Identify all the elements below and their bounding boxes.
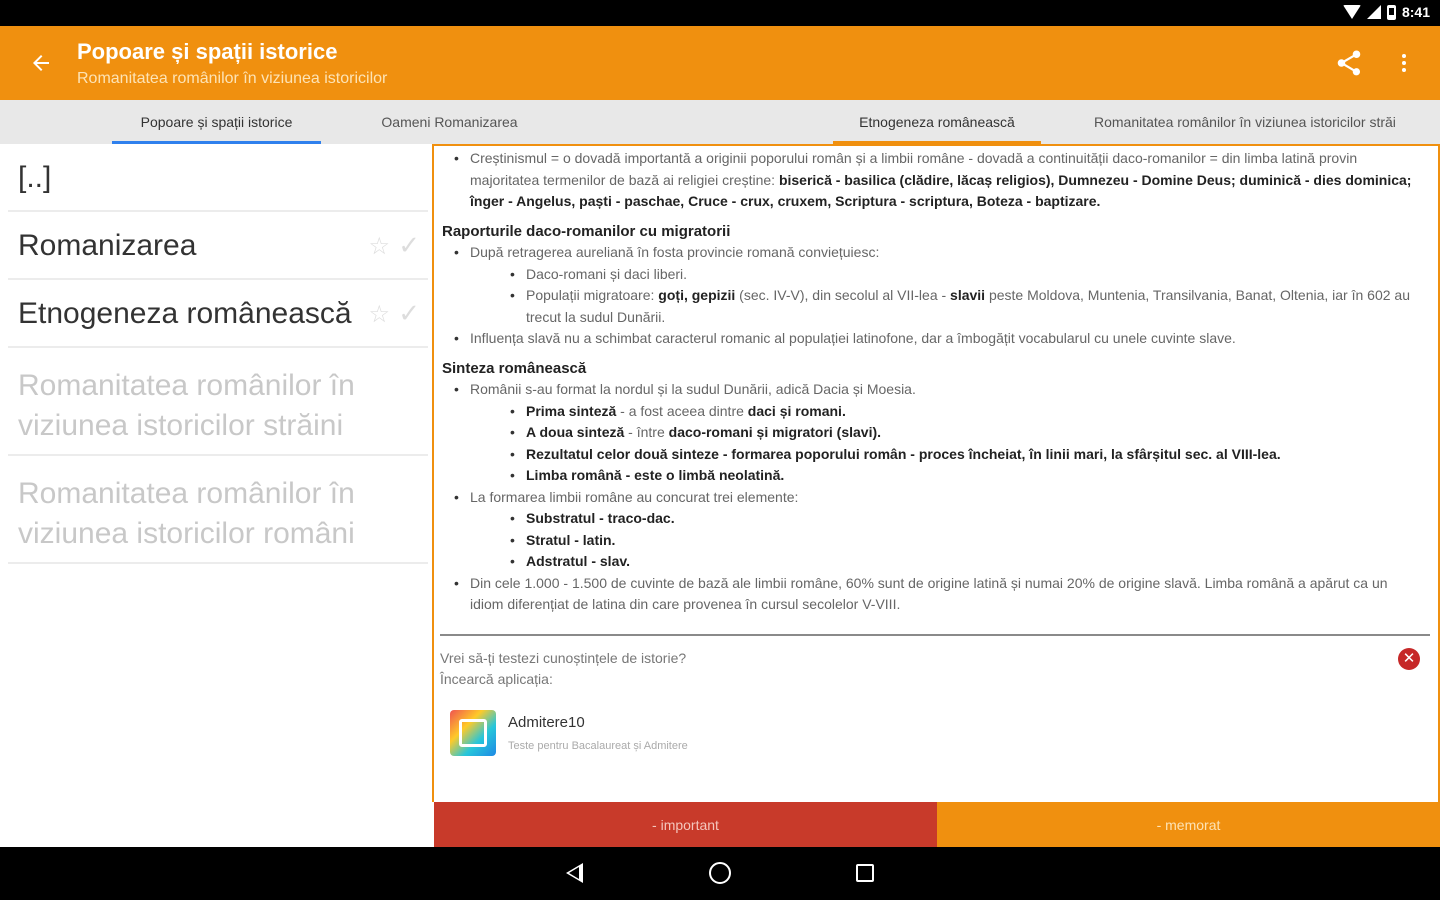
bullet-item: După retragerea aureliană în fosta provi… (442, 242, 1424, 328)
bullet-item: Românii s-au format la nordul și la sudu… (442, 379, 1424, 487)
tab-etnogeneza[interactable]: Etnogeneza românească (833, 100, 1041, 144)
bullet-item: Rezultatul celor două sinteze - formarea… (470, 444, 1424, 466)
bullet-item: Daco-romani și daci liberi. (470, 264, 1424, 286)
bullet-list: Creștinismul = o dovadă importantă a ori… (442, 148, 1424, 213)
list-item-romanitatea-romani[interactable]: Romanitatea românilor în viziunea istori… (8, 456, 428, 564)
check-icon[interactable]: ✓ (398, 230, 420, 261)
share-button[interactable] (1334, 48, 1368, 78)
lesson-content: Creștinismul = o dovadă importantă a ori… (432, 144, 1440, 802)
close-circle-icon[interactable]: ✕ (1398, 647, 1420, 670)
status-time: 8:41 (1401, 4, 1430, 20)
memorat-button[interactable]: - memorat (937, 802, 1440, 847)
list-item-label: viziunea istoricilor străini (18, 409, 344, 442)
admitere-app-icon (450, 709, 496, 756)
bullet-item: La formarea limbii române au concurat tr… (442, 487, 1424, 573)
more-dot (1402, 61, 1406, 65)
more-vert-icon[interactable] (1392, 48, 1416, 78)
tab-label: Romanitatea românilor în viziunea istori… (1094, 114, 1396, 130)
tab-popoare[interactable]: Popoare și spații istorice (112, 100, 321, 144)
bullet-item: Influența slavă nu a schimbat caracterul… (442, 328, 1424, 350)
article-body: Creștinismul = o dovadă importantă a ori… (434, 146, 1438, 616)
list-item-label: Romanitatea românilor în (18, 477, 355, 510)
status-icons: 8:41 (1342, 4, 1430, 20)
page-title: Popoare și spații istorice (77, 39, 338, 64)
star-icon[interactable]: ☆ (368, 232, 390, 261)
tab-label: Popoare și spații istorice (140, 114, 293, 130)
bullet-list: După retragerea aureliană în fosta provi… (442, 242, 1424, 350)
list-item-romanizarea[interactable]: Romanizarea ☆ ✓ (8, 212, 428, 280)
promo-text: Încearcă aplicația: (440, 670, 553, 687)
promo-banner: Vrei să-ți testezi cunoștințele de istor… (434, 636, 1438, 786)
bullet-item: Populații migratoare: goți, gepizii (sec… (470, 285, 1424, 328)
list-item-label: Romanizarea (18, 229, 197, 262)
important-button[interactable]: - important (434, 802, 937, 847)
bullet-item: Stratul - latin. (470, 530, 1424, 552)
page-subtitle: Romanitatea românilor în viziunea istori… (77, 70, 388, 87)
more-dot (1402, 54, 1406, 58)
bullet-item: Din cele 1.000 - 1.500 de cuvinte de baz… (442, 573, 1424, 616)
bullet-list: Românii s-au format la nordul și la sudu… (442, 379, 1424, 616)
nav-home-icon[interactable] (709, 862, 731, 884)
signal-icon (1366, 5, 1381, 19)
list-item-etnogeneza[interactable]: Etnogeneza românească ☆ ✓ (8, 280, 428, 348)
list-item-label: [..] (18, 161, 52, 194)
navigation-bar (0, 847, 1440, 900)
check-icon[interactable]: ✓ (398, 298, 420, 329)
bullet-item: Substratul - traco-dac. (470, 508, 1424, 530)
nav-back-icon[interactable] (566, 863, 583, 883)
bullet-item: Creștinismul = o dovadă importantă a ori… (442, 148, 1424, 213)
more-dot (1402, 68, 1406, 72)
battery-icon (1386, 4, 1396, 20)
lesson-list: [..] Romanizarea ☆ ✓ Etnogeneza româneas… (0, 144, 432, 847)
tab-bar: Popoare și spații istorice Oameni Romani… (0, 100, 1440, 144)
share-icon (1337, 50, 1361, 76)
section-heading: Raporturile daco-romanilor cu migratorii (442, 222, 731, 240)
tab-label: Oameni Romanizarea (381, 114, 518, 130)
list-item-parent[interactable]: [..] (8, 144, 428, 212)
list-item-label: viziunea istoricilor români (18, 517, 355, 550)
star-icon[interactable]: ☆ (368, 300, 390, 329)
tab-label: Etnogeneza românească (859, 114, 1015, 130)
promo-app-desc: Teste pentru Bacalaureat și Admitere (508, 739, 688, 752)
list-item-romanitatea-straini[interactable]: Romanitatea românilor în viziunea istori… (8, 348, 428, 456)
nav-recent-icon[interactable] (856, 864, 874, 882)
arrow-left-icon (33, 55, 49, 71)
bullet-item: A doua sinteză - între daco-romani și mi… (470, 422, 1424, 444)
promo-app-name: Admitere10 (508, 713, 585, 731)
list-item-label: Romanitatea românilor în (18, 369, 355, 402)
list-item-label: Etnogeneza românească (18, 297, 352, 330)
bullet-item: Limba română - este o limbă neolatină. (470, 465, 1424, 487)
app-bar: Popoare și spații istorice Romanitatea r… (0, 26, 1440, 100)
tab-romanitatea-straini[interactable]: Romanitatea românilor în viziunea istori… (1094, 100, 1440, 144)
promo-app-link[interactable]: Admitere10 Teste pentru Bacalaureat și A… (450, 709, 710, 760)
bullet-item: Prima sinteză - a fost aceea dintre daci… (470, 401, 1424, 423)
back-button[interactable] (22, 44, 60, 82)
bullet-item: Adstratul - slav. (470, 551, 1424, 573)
wifi-icon (1342, 5, 1361, 19)
tab-oameni-romanizarea[interactable]: Oameni Romanizarea (362, 100, 537, 144)
status-bar: 8:41 (0, 0, 1440, 26)
section-heading: Sinteza românească (442, 359, 587, 377)
promo-text: Vrei să-ți testezi cunoștințele de istor… (440, 649, 687, 666)
